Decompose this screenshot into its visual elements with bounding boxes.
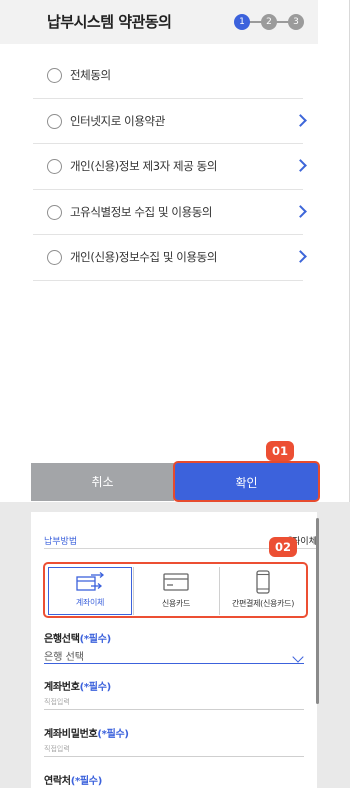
radio-button[interactable] <box>47 113 62 129</box>
payment-form: 납부방법 계좌이체 02 계좌이체 신용카드 간편결제(신용카드) 은행선택(*… <box>31 512 317 788</box>
account-number-input[interactable]: 직접입력 <box>44 697 70 707</box>
option-credit-card[interactable]: 신용카드 <box>134 567 218 615</box>
option-bank-transfer[interactable]: 계좌이체 <box>48 567 132 615</box>
radio-button[interactable] <box>47 68 62 83</box>
page-title: 납부시스템 약관동의 <box>47 13 172 31</box>
account-password-input[interactable]: 직접입력 <box>44 744 70 754</box>
terms-screen: 납부시스템 약관동의 1 2 3 전체동의 인터넷지로 이용약관 개인(신용)정… <box>0 0 350 502</box>
bank-select-value[interactable]: 은행 선택 <box>44 648 84 663</box>
scrollbar[interactable] <box>316 518 319 704</box>
chevron-right-icon[interactable] <box>294 204 307 218</box>
option-label: 신용카드 <box>161 599 191 608</box>
term-row-personal-info[interactable]: 개인(신용)정보수집 및 이용동의 <box>33 235 307 281</box>
chevron-right-icon[interactable] <box>294 250 307 263</box>
step-1: 1 <box>234 14 250 30</box>
transfer-icon <box>76 572 105 591</box>
term-row-internet-giro[interactable]: 인터넷지로 이용약관 <box>33 99 307 144</box>
chevron-right-icon[interactable] <box>294 159 307 172</box>
callout-badge-02: 02 <box>269 537 298 557</box>
chevron-right-icon[interactable] <box>294 113 307 127</box>
option-label: 계좌이체 <box>75 598 105 607</box>
option-easy-pay[interactable]: 간편결제(신용카드) <box>220 567 306 615</box>
callout-badge-01: 01 <box>266 441 295 461</box>
account-password-title: 계좌비밀번호(*필수) <box>44 729 129 740</box>
confirm-button[interactable]: 확인 <box>173 461 320 502</box>
payment-method-label: 납부방법 <box>44 537 78 547</box>
mobile-phone-icon <box>256 570 270 594</box>
bank-select-title: 은행선택(*필수) <box>44 634 111 645</box>
step-2: 2 <box>261 14 277 30</box>
term-row-unique-id[interactable]: 고유식별정보 수집 및 이용동의 <box>33 190 307 235</box>
term-row-third-party[interactable]: 개인(신용)정보 제3자 제공 동의 <box>33 144 307 190</box>
contact-title: 연락처(*필수) <box>44 776 102 787</box>
payment-option-group: 계좌이체 신용카드 간편결제(신용카드) <box>43 562 308 618</box>
agree-all-label: 전체동의 <box>70 68 111 82</box>
term-label: 개인(신용)정보 제3자 제공 동의 <box>70 159 218 173</box>
terms-list: 전체동의 인터넷지로 이용약관 개인(신용)정보 제3자 제공 동의 고유식별정… <box>33 53 307 281</box>
chevron-down-icon[interactable] <box>292 651 304 663</box>
radio-button[interactable] <box>47 250 62 265</box>
term-label: 개인(신용)정보수집 및 이용동의 <box>70 250 218 264</box>
step-indicator: 1 2 3 <box>234 14 304 30</box>
cancel-button[interactable]: 취소 <box>31 463 174 501</box>
step-3: 3 <box>288 14 304 30</box>
account-number-title: 계좌번호(*필수) <box>44 682 111 693</box>
payment-screen: 납부방법 계좌이체 02 계좌이체 신용카드 간편결제(신용카드) 은행선택(*… <box>0 502 350 788</box>
option-label: 간편결제(신용카드) <box>231 599 295 608</box>
radio-button[interactable] <box>47 159 62 174</box>
radio-button[interactable] <box>47 204 62 220</box>
term-label: 인터넷지로 이용약관 <box>70 113 165 128</box>
terms-header: 납부시스템 약관동의 1 2 3 <box>0 0 318 44</box>
credit-card-icon <box>163 573 189 591</box>
term-label: 고유식별정보 수집 및 이용동의 <box>70 204 213 219</box>
agree-all-row[interactable]: 전체동의 <box>33 53 303 99</box>
